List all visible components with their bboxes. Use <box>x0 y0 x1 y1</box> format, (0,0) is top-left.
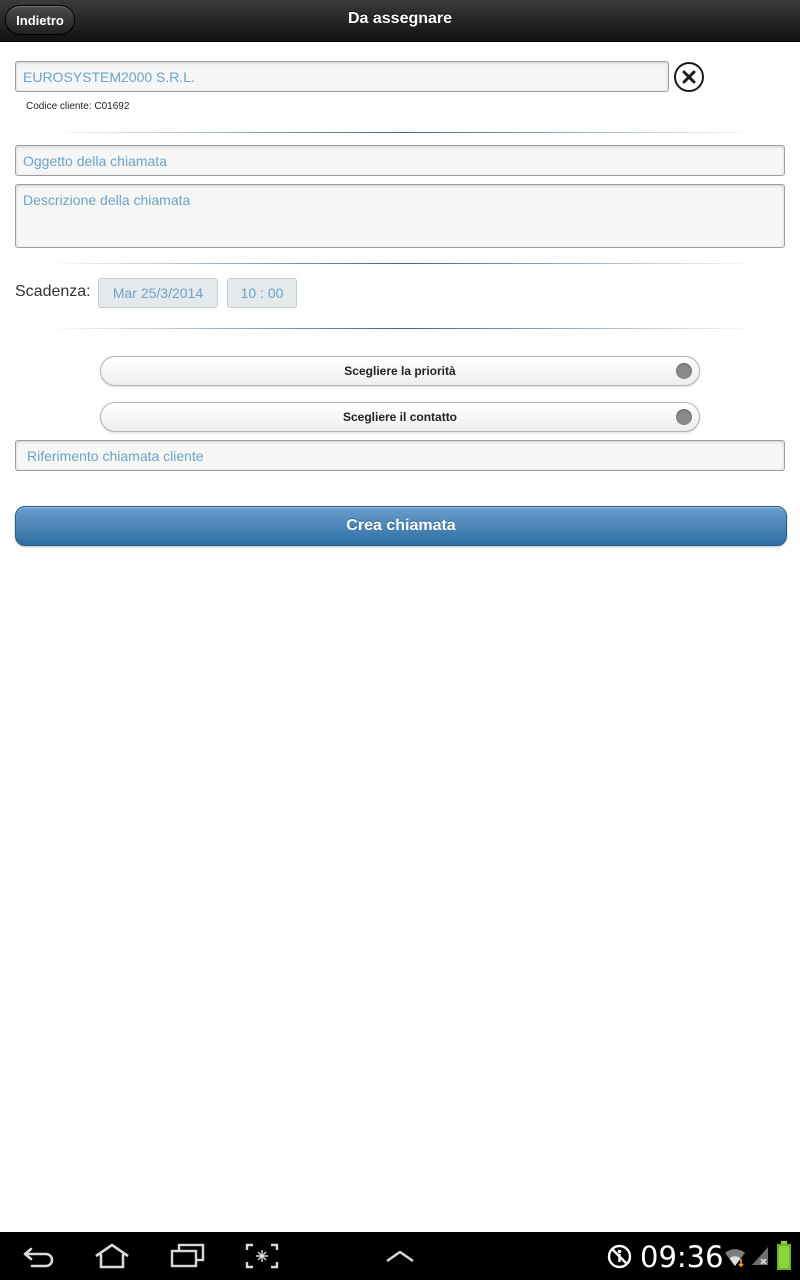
priority-select-label: Scegliere la priorità <box>344 364 456 378</box>
scadenza-date-picker[interactable]: Mar 25/3/2014 <box>98 278 218 308</box>
back-icon[interactable] <box>22 1244 56 1268</box>
chevron-up-icon[interactable] <box>384 1248 416 1264</box>
system-navigation-bar: 09:36 <box>0 1232 800 1280</box>
scadenza-time-picker[interactable]: 10 : 00 <box>227 278 297 308</box>
oggetto-input[interactable] <box>15 145 785 176</box>
top-bar: Indietro Da assegnare <box>0 0 800 42</box>
riferimento-input[interactable] <box>15 440 785 471</box>
dot-icon <box>676 409 692 425</box>
status-clock: 09:36 <box>640 1240 724 1274</box>
descrizione-textarea[interactable] <box>15 184 785 248</box>
crea-chiamata-button[interactable]: Crea chiamata <box>15 506 787 546</box>
divider <box>45 263 760 264</box>
divider <box>45 328 760 329</box>
app-screen: Indietro Da assegnare Codice cliente: C0… <box>0 0 800 1280</box>
contact-select-label: Scegliere il contatto <box>342 410 458 424</box>
cliente-input[interactable] <box>15 61 669 92</box>
divider <box>45 132 760 133</box>
clear-cliente-button[interactable] <box>674 62 704 92</box>
recent-apps-icon[interactable] <box>169 1243 207 1269</box>
page-title: Da assegnare <box>347 10 453 27</box>
accessibility-icon <box>607 1244 632 1269</box>
dot-icon <box>676 363 692 379</box>
battery-icon <box>777 1241 791 1270</box>
home-icon[interactable] <box>92 1242 132 1270</box>
signal-icon <box>752 1247 768 1265</box>
close-icon <box>682 70 696 84</box>
wifi-icon <box>725 1249 745 1268</box>
priority-select[interactable]: Scegliere la priorità <box>100 356 700 386</box>
screenshot-icon[interactable] <box>245 1243 279 1269</box>
codice-cliente-label: Codice cliente: C01692 <box>26 101 130 112</box>
contact-select[interactable]: Scegliere il contatto <box>100 402 700 432</box>
scadenza-label: Scadenza: <box>15 283 91 300</box>
